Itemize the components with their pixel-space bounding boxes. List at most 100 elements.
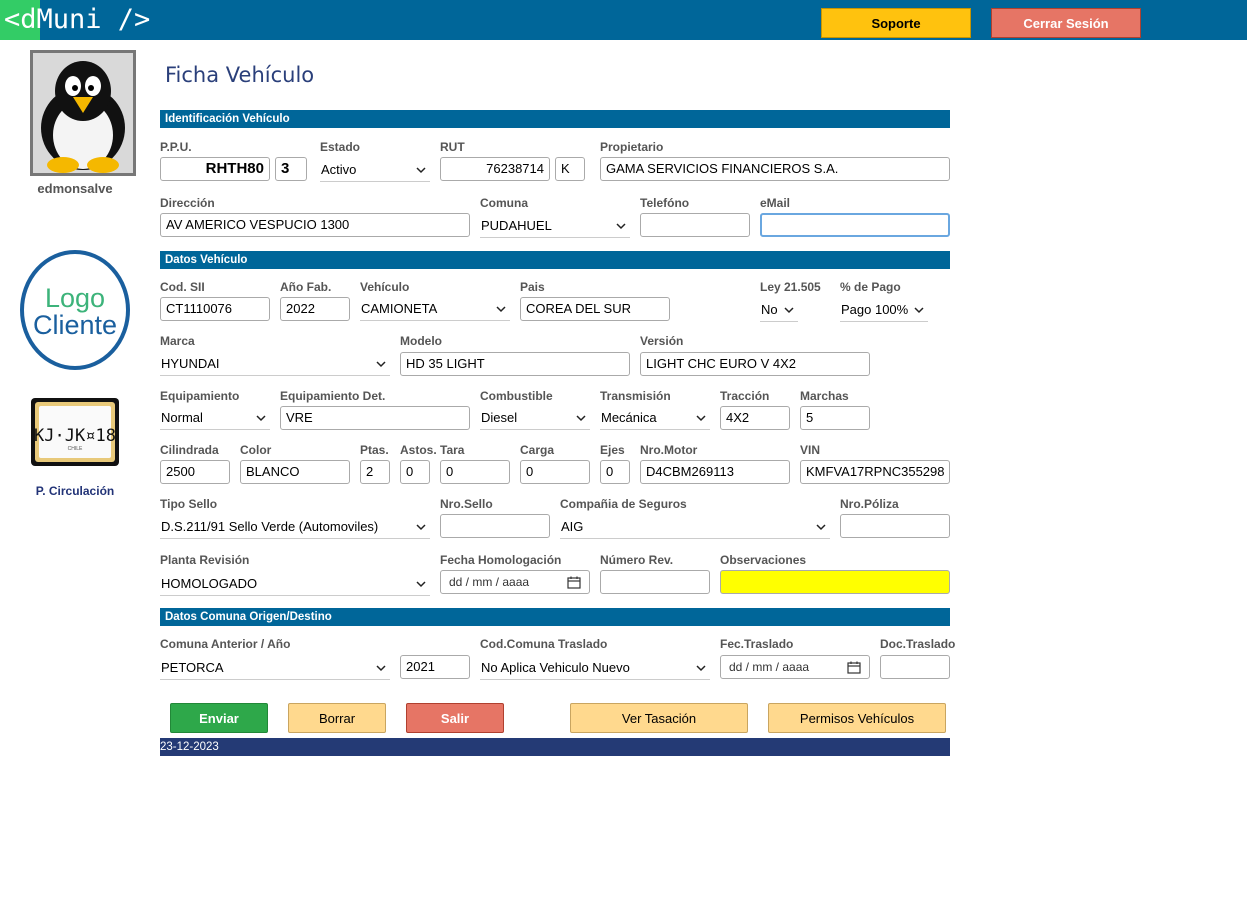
ley-select[interactable]: No bbox=[760, 297, 798, 322]
cilindrada-field[interactable]: 2500 bbox=[160, 460, 230, 484]
astos-label: Astos. bbox=[400, 443, 437, 457]
doc-traslado-label: Doc.Traslado bbox=[880, 637, 956, 651]
planta-select[interactable]: HOMOLOGADO bbox=[160, 571, 430, 596]
observaciones-field[interactable] bbox=[720, 570, 950, 594]
pago-value: Pago 100% bbox=[841, 302, 909, 317]
seguros-select[interactable]: AIG bbox=[560, 514, 830, 539]
astos-field[interactable]: 0 bbox=[400, 460, 430, 484]
marca-label: Marca bbox=[160, 334, 195, 348]
username: edmonsalve bbox=[37, 181, 113, 196]
direccion-field[interactable]: AV AMERICO VESPUCIO 1300 bbox=[160, 213, 470, 237]
comuna-anterior-select[interactable]: PETORCA bbox=[160, 655, 390, 680]
calendar-icon[interactable] bbox=[847, 661, 861, 674]
section-commune: Datos Comuna Origen/Destino bbox=[160, 608, 950, 626]
num-rev-label: Número Rev. bbox=[600, 553, 674, 567]
fec-traslado-label: Fec.Traslado bbox=[720, 637, 794, 651]
comuna-select[interactable]: PUDAHUEL bbox=[480, 213, 630, 238]
num-rev-field[interactable] bbox=[600, 570, 710, 594]
enviar-button[interactable]: Enviar bbox=[170, 703, 268, 733]
equip-label: Equipamiento bbox=[160, 389, 240, 403]
cod-sii-field[interactable]: CT1110076 bbox=[160, 297, 270, 321]
rut-dv-field[interactable]: K bbox=[555, 157, 585, 181]
vehiculo-value: CAMIONETA bbox=[361, 301, 438, 316]
salir-button[interactable]: Salir bbox=[406, 703, 504, 733]
nro-sello-field[interactable] bbox=[440, 514, 550, 538]
version-label: Versión bbox=[640, 334, 684, 348]
vehiculo-select[interactable]: CAMIONETA bbox=[360, 296, 510, 321]
ver-tasacion-button[interactable]: Ver Tasación bbox=[570, 703, 748, 733]
equip-det-label: Equipamiento Det. bbox=[280, 389, 386, 403]
cilindrada-label: Cilindrada bbox=[160, 443, 219, 457]
chevron-down-icon bbox=[914, 307, 924, 314]
fecha-homol-label: Fecha Homologación bbox=[440, 553, 562, 567]
traslado-select[interactable]: No Aplica Vehiculo Nuevo bbox=[480, 655, 710, 680]
anio-field[interactable]: 2022 bbox=[280, 297, 350, 321]
comuna-value: PUDAHUEL bbox=[481, 218, 552, 233]
poliza-field[interactable] bbox=[840, 514, 950, 538]
planta-label: Planta Revisión bbox=[160, 553, 250, 567]
ppu-dv-field[interactable]: 3 bbox=[275, 157, 307, 181]
app-logo[interactable]: <dMuni /> bbox=[4, 2, 150, 38]
transmision-select[interactable]: Mecánica bbox=[600, 405, 710, 430]
version-field[interactable]: LIGHT CHC EURO V 4X2 bbox=[640, 352, 870, 376]
chevron-down-icon bbox=[696, 665, 706, 672]
tara-field[interactable]: 0 bbox=[440, 460, 510, 484]
pais-field[interactable]: COREA DEL SUR bbox=[520, 297, 670, 321]
chevron-down-icon bbox=[816, 524, 826, 531]
sello-select[interactable]: D.S.211/91 Sello Verde (Automoviles) bbox=[160, 514, 430, 539]
ptas-label: Ptas. bbox=[360, 443, 389, 457]
combustible-select[interactable]: Diesel bbox=[480, 405, 590, 430]
equip-select[interactable]: Normal bbox=[160, 405, 270, 430]
ptas-field[interactable]: 2 bbox=[360, 460, 390, 484]
marca-select[interactable]: HYUNDAI bbox=[160, 351, 390, 376]
chevron-down-icon bbox=[376, 361, 386, 368]
poliza-label: Nro.Póliza bbox=[840, 497, 899, 511]
avatar[interactable] bbox=[30, 50, 136, 176]
plate-number: KJ·JK¤18 bbox=[34, 426, 116, 446]
calendar-icon[interactable] bbox=[567, 576, 581, 589]
traccion-field[interactable]: 4X2 bbox=[720, 406, 790, 430]
fecha-homol-field[interactable]: dd / mm / aaaa bbox=[440, 570, 590, 594]
ppu-label: P.P.U. bbox=[160, 140, 192, 154]
motor-field[interactable]: D4CBM269113 bbox=[640, 460, 790, 484]
chevron-down-icon bbox=[576, 415, 586, 422]
estado-select[interactable]: Activo bbox=[320, 157, 430, 182]
comuna-label: Comuna bbox=[480, 196, 528, 210]
seguros-value: AIG bbox=[561, 519, 584, 534]
vin-field[interactable]: KMFVA17RPNC355298 bbox=[800, 460, 950, 484]
pago-label: % de Pago bbox=[840, 280, 901, 294]
top-bar: <dMuni /> Soporte Cerrar Sesión bbox=[0, 0, 1247, 40]
email-label: eMail bbox=[760, 196, 791, 210]
doc-traslado-field[interactable] bbox=[880, 655, 950, 679]
color-field[interactable]: BLANCO bbox=[240, 460, 350, 484]
traslado-value: No Aplica Vehiculo Nuevo bbox=[481, 660, 630, 675]
comuna-anterior-anio-field[interactable]: 2021 bbox=[400, 655, 470, 679]
email-field[interactable] bbox=[760, 213, 950, 237]
telefono-label: Telefóno bbox=[640, 196, 690, 210]
ppu-field[interactable]: RHTH80 bbox=[160, 157, 270, 181]
circulation-permit-link[interactable]: P. Circulación bbox=[20, 484, 130, 498]
support-button[interactable]: Soporte bbox=[821, 8, 971, 38]
pago-select[interactable]: Pago 100% bbox=[840, 297, 928, 322]
modelo-field[interactable]: HD 35 LIGHT bbox=[400, 352, 630, 376]
propietario-field[interactable]: GAMA SERVICIOS FINANCIEROS S.A. bbox=[600, 157, 950, 181]
logout-button[interactable]: Cerrar Sesión bbox=[991, 8, 1141, 38]
rut-field[interactable]: 76238714 bbox=[440, 157, 550, 181]
chevron-down-icon bbox=[416, 581, 426, 588]
marchas-field[interactable]: 5 bbox=[800, 406, 870, 430]
permisos-vehiculos-button[interactable]: Permisos Vehículos bbox=[768, 703, 946, 733]
chevron-down-icon bbox=[784, 307, 794, 314]
telefono-field[interactable] bbox=[640, 213, 750, 237]
carga-field[interactable]: 0 bbox=[520, 460, 590, 484]
license-plate-icon[interactable]: KJ·JK¤18 CHILE bbox=[30, 397, 120, 467]
page-title: Ficha Vehículo bbox=[165, 63, 315, 87]
fec-traslado-value: dd / mm / aaaa bbox=[729, 660, 810, 674]
equip-det-field[interactable]: VRE bbox=[280, 406, 470, 430]
sello-label: Tipo Sello bbox=[160, 497, 218, 511]
color-label: Color bbox=[240, 443, 272, 457]
equip-value: Normal bbox=[161, 410, 203, 425]
fec-traslado-field[interactable]: dd / mm / aaaa bbox=[720, 655, 870, 679]
ejes-field[interactable]: 0 bbox=[600, 460, 630, 484]
nro-sello-label: Nro.Sello bbox=[440, 497, 493, 511]
borrar-button[interactable]: Borrar bbox=[288, 703, 386, 733]
